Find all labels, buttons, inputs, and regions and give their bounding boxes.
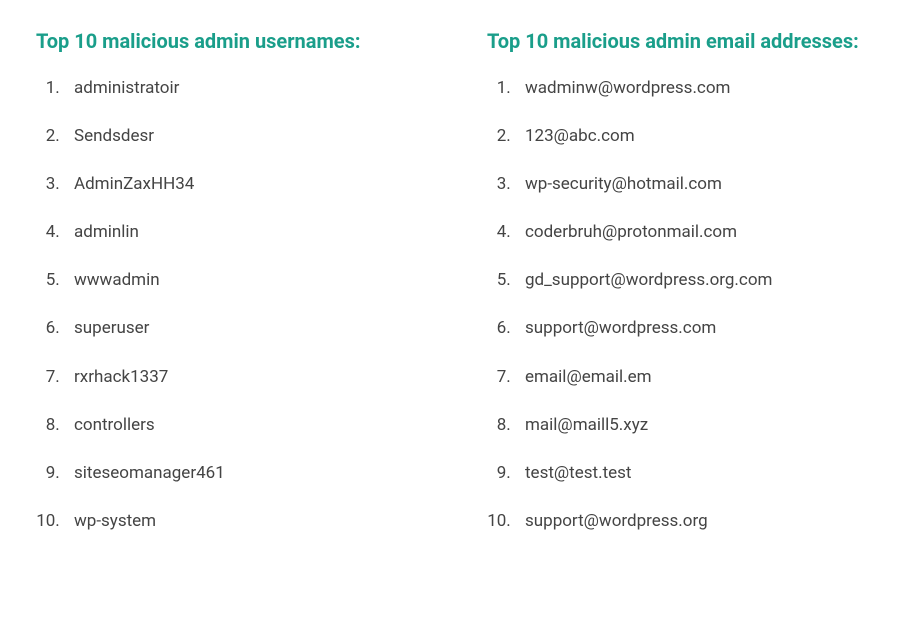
- list-item: gd_support@wordpress.org.com: [515, 269, 878, 291]
- left-column: Top 10 malicious admin usernames: admini…: [36, 28, 427, 532]
- right-column: Top 10 malicious admin email addresses: …: [487, 28, 878, 532]
- list-item: rxrhack1337: [64, 366, 427, 388]
- list-item: Sendsdesr: [64, 125, 427, 147]
- list-item: mail@maill5.xyz: [515, 414, 878, 436]
- left-heading: Top 10 malicious admin usernames:: [36, 28, 427, 55]
- emails-list: wadminw@wordpress.com 123@abc.com wp-sec…: [487, 77, 878, 532]
- list-item: adminlin: [64, 221, 427, 243]
- two-column-layout: Top 10 malicious admin usernames: admini…: [36, 28, 878, 532]
- list-item: wp-security@hotmail.com: [515, 173, 878, 195]
- right-heading: Top 10 malicious admin email addresses:: [487, 28, 878, 55]
- list-item: support@wordpress.com: [515, 317, 878, 339]
- list-item: superuser: [64, 317, 427, 339]
- list-item: coderbruh@protonmail.com: [515, 221, 878, 243]
- list-item: controllers: [64, 414, 427, 436]
- list-item: siteseomanager461: [64, 462, 427, 484]
- list-item: email@email.em: [515, 366, 878, 388]
- list-item: AdminZaxHH34: [64, 173, 427, 195]
- list-item: test@test.test: [515, 462, 878, 484]
- list-item: 123@abc.com: [515, 125, 878, 147]
- usernames-list: administratoir Sendsdesr AdminZaxHH34 ad…: [36, 77, 427, 532]
- list-item: wadminw@wordpress.com: [515, 77, 878, 99]
- list-item: wp-system: [64, 510, 427, 532]
- list-item: wwwadmin: [64, 269, 427, 291]
- list-item: administratoir: [64, 77, 427, 99]
- list-item: support@wordpress.org: [515, 510, 878, 532]
